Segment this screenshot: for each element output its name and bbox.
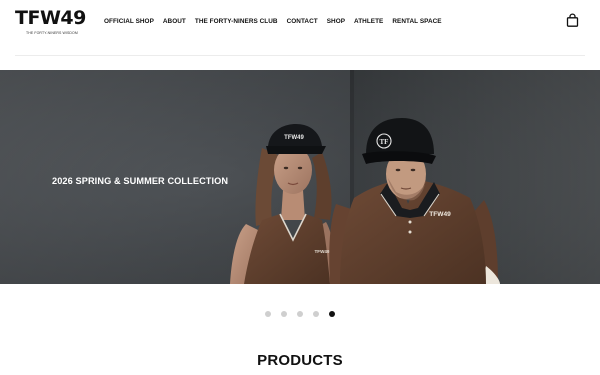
logo-subtext: THE FORTY-NINERS WISDOM (26, 31, 78, 35)
header-divider (15, 55, 585, 56)
hero-banner[interactable]: TFW49 TFW49 TFW49 TF 2026 SPRING & SUMME… (0, 70, 600, 284)
site-header: TFW49 THE FORTY-NINERS WISDOM OFFICIAL S… (0, 0, 600, 56)
nav-item-forty-niners-club[interactable]: THE FORTY-NINERS CLUB (195, 18, 278, 25)
polo-logo: TFW49 (429, 211, 451, 218)
brand-logo[interactable]: TFW49 THE FORTY-NINERS WISDOM (15, 7, 86, 37)
carousel-dot-4[interactable] (313, 311, 319, 317)
nav-item-official-shop[interactable]: OFFICIAL SHOP (104, 18, 154, 25)
nav-item-contact[interactable]: CONTACT (287, 18, 318, 25)
carousel-dot-3[interactable] (297, 311, 303, 317)
products-section-title: PRODUCTS (257, 352, 343, 369)
nav-item-shop[interactable]: SHOP (327, 18, 345, 25)
nav-item-rental-space[interactable]: RENTAL SPACE (392, 18, 441, 25)
shopping-bag-icon[interactable] (566, 13, 579, 27)
cap-logo-left: TFW49 (284, 135, 304, 141)
hero-caption: 2026 SPRING & SUMMER COLLECTION (52, 176, 229, 186)
nav-item-athlete[interactable]: ATHLETE (354, 18, 383, 25)
carousel-dot-1[interactable] (265, 311, 271, 317)
nav-item-about[interactable]: ABOUT (163, 18, 186, 25)
cap-logo-right: TF (380, 138, 389, 146)
shirt-logo: TFW49 (314, 249, 330, 254)
logo-text: TFW49 (15, 7, 86, 29)
carousel-pagination (265, 311, 335, 317)
main-nav: OFFICIAL SHOP ABOUT THE FORTY-NINERS CLU… (104, 15, 442, 27)
carousel-dot-2[interactable] (281, 311, 287, 317)
carousel-dot-5[interactable] (329, 311, 335, 317)
